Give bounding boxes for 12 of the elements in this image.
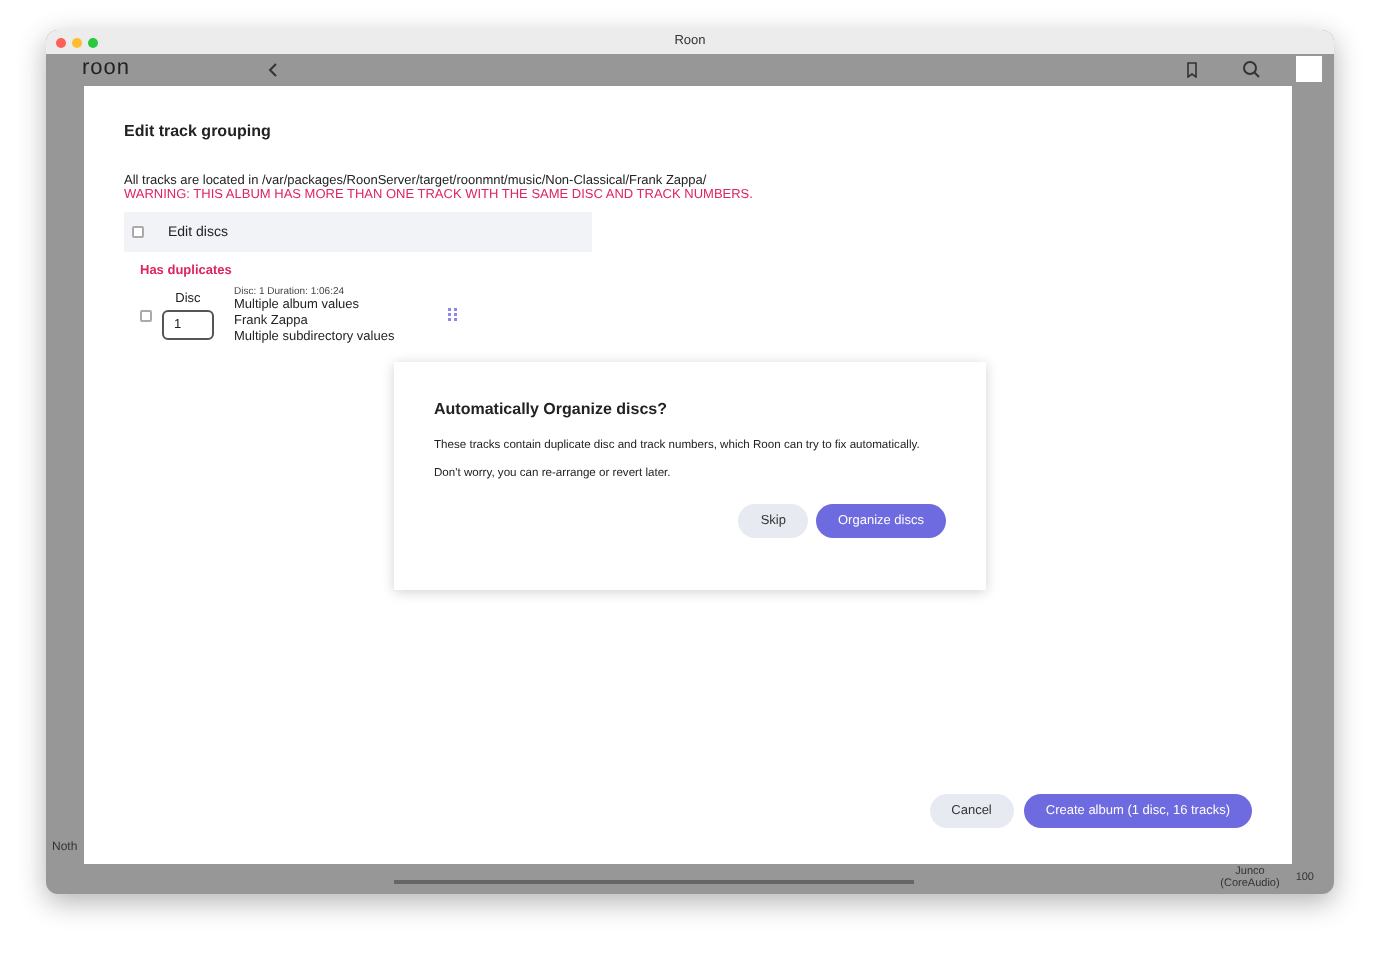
dialog-title: Automatically Organize discs? [434,400,669,418]
back-icon[interactable] [266,61,281,77]
checkbox[interactable] [132,226,144,238]
maximize-icon[interactable] [88,37,98,47]
bookmark-icon[interactable] [1186,61,1198,77]
dialog-title: Edit track grouping [124,122,273,140]
close-icon[interactable] [56,37,66,47]
minimize-icon[interactable] [72,37,82,47]
app-logo[interactable]: roon [82,58,131,80]
drag-handle-icon[interactable] [448,308,459,323]
search-icon[interactable] [1242,60,1260,78]
checkbox[interactable] [140,309,152,322]
